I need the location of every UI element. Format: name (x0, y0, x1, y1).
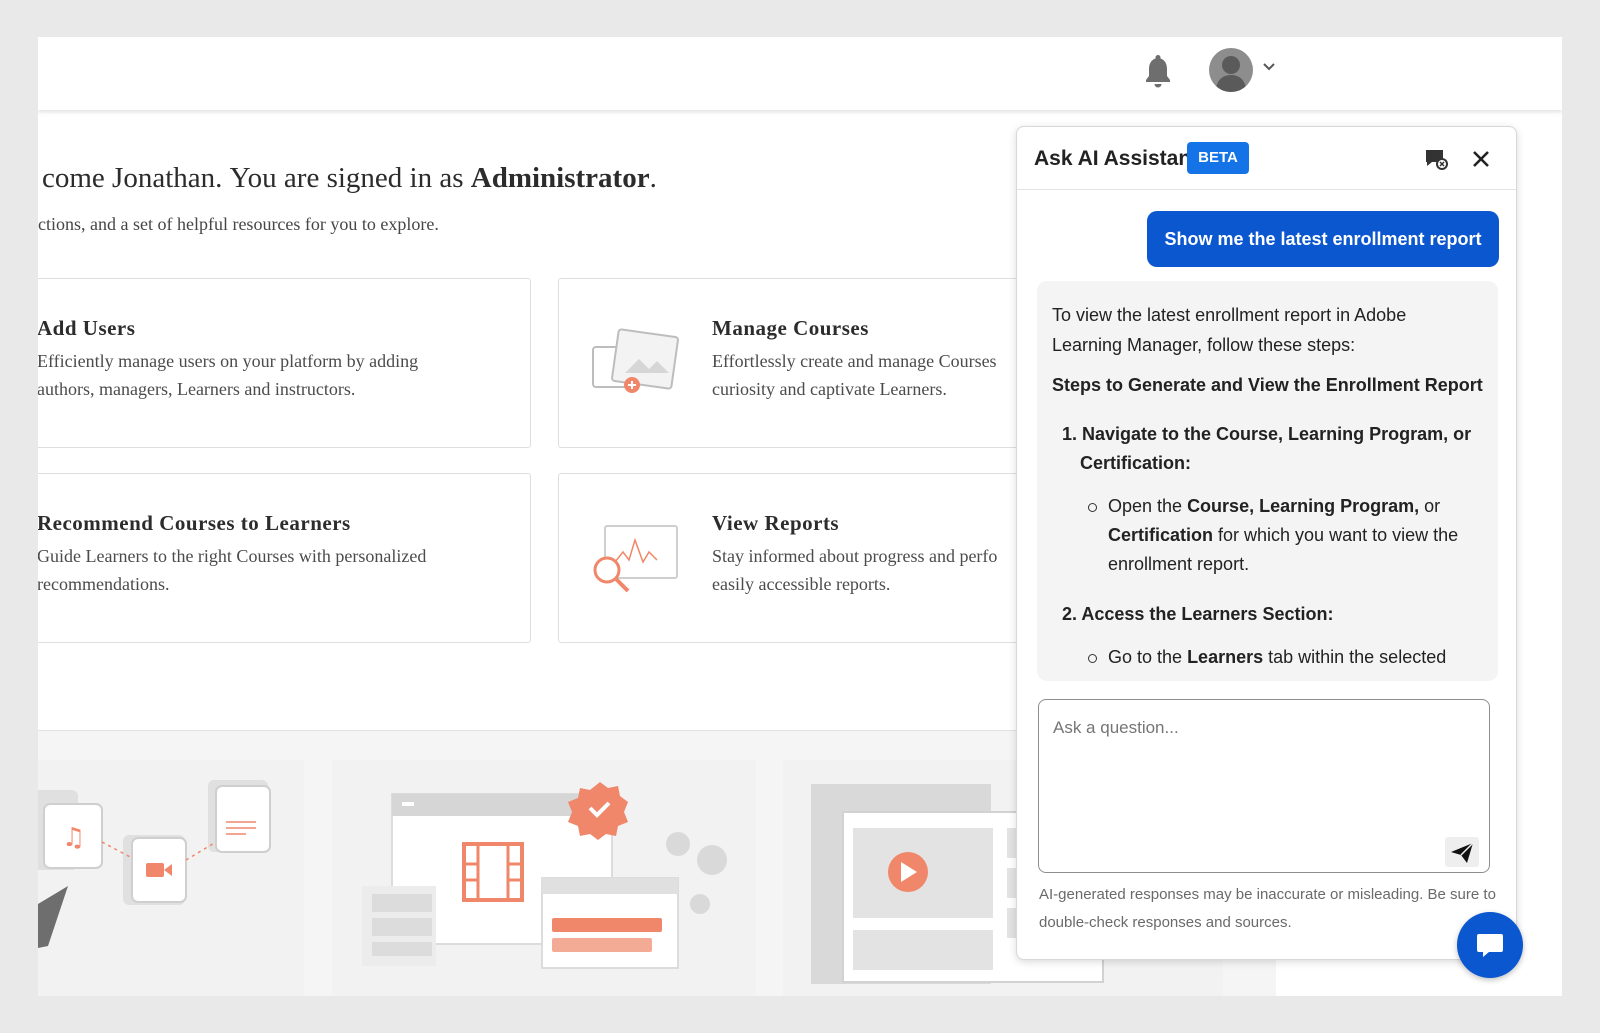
user-message: Show me the latest enrollment report (1147, 211, 1499, 267)
reports-icon (593, 525, 678, 593)
media-files-illustration: ♫ (38, 780, 271, 948)
step-1-title: 1. Navigate to the Course, Learning Prog… (1062, 424, 1472, 444)
step-2-title: 2. Access the Learners Section: (1062, 604, 1334, 624)
chevron-down-icon[interactable] (1261, 59, 1277, 75)
bullet-icon (1088, 654, 1097, 663)
illustration-panel-1: ♫ (38, 760, 304, 996)
svg-text:♫: ♫ (62, 823, 85, 853)
welcome-subtitle: ctions, and a set of helpful resources f… (38, 214, 439, 234)
top-bar (38, 37, 1562, 110)
bullet-icon (1088, 503, 1097, 512)
welcome-heading: come Jonathan. You are signed in as Admi… (42, 162, 657, 194)
chat-launcher-button[interactable] (1457, 912, 1523, 978)
ai-assistant-panel: Ask AI Assistant BETA Show me the latest… (1016, 126, 1517, 960)
user-silhouette-icon (1215, 56, 1247, 92)
card-title: View Reports (712, 511, 840, 535)
step-1-detail: Open the Course, Learning Program, or (1108, 496, 1441, 516)
illustration-panel-2 (332, 760, 756, 996)
video-course-illustration (362, 782, 727, 969)
send-button[interactable] (1445, 837, 1479, 867)
close-icon[interactable] (1471, 149, 1491, 169)
response-heading: Steps to Generate and View the Enrollmen… (1052, 375, 1483, 395)
new-chat-icon[interactable] (1424, 147, 1448, 171)
card-title: Recommend Courses to Learners (38, 511, 351, 535)
step-1-title-cont: Certification: (1080, 453, 1192, 473)
user-avatar[interactable] (1209, 48, 1253, 92)
card-title: Add Users (38, 316, 136, 340)
chat-bubble-icon (1477, 934, 1503, 957)
ai-disclaimer: AI-generated responses may be inaccurate… (1039, 886, 1496, 931)
beta-badge: BETA (1187, 142, 1249, 174)
card-description: Guide Learners to the right Courses with… (38, 546, 427, 594)
view-reports-card[interactable]: View Reports Stay informed about progres… (558, 473, 1080, 643)
step-1-detail-cont: Certification for which you want to view… (1108, 525, 1459, 545)
assistant-title: Ask AI Assistant (1034, 147, 1199, 170)
add-users-card[interactable]: Add Users Efficiently manage users on yo… (38, 278, 531, 448)
manage-courses-card[interactable]: Manage Courses Effortlessly create and m… (558, 278, 1080, 448)
bell-icon[interactable] (1144, 53, 1172, 89)
manage-courses-icon (592, 328, 679, 393)
step-2-detail: Go to the Learners tab within the select… (1108, 647, 1447, 667)
header-separator (1017, 189, 1516, 190)
question-input[interactable] (1038, 699, 1490, 873)
card-description: Efficiently manage users on your platfor… (38, 351, 419, 399)
response-text: Learning Manager, follow these steps: (1052, 335, 1356, 355)
step-1-detail-end: enrollment report. (1108, 554, 1250, 574)
recommend-courses-card[interactable]: Recommend Courses to Learners Guide Lear… (38, 473, 531, 643)
response-text: To view the latest enrollment report in … (1052, 305, 1407, 325)
send-icon (1451, 842, 1474, 863)
card-title: Manage Courses (712, 316, 869, 340)
assistant-response: To view the latest enrollment report in … (1037, 281, 1498, 681)
